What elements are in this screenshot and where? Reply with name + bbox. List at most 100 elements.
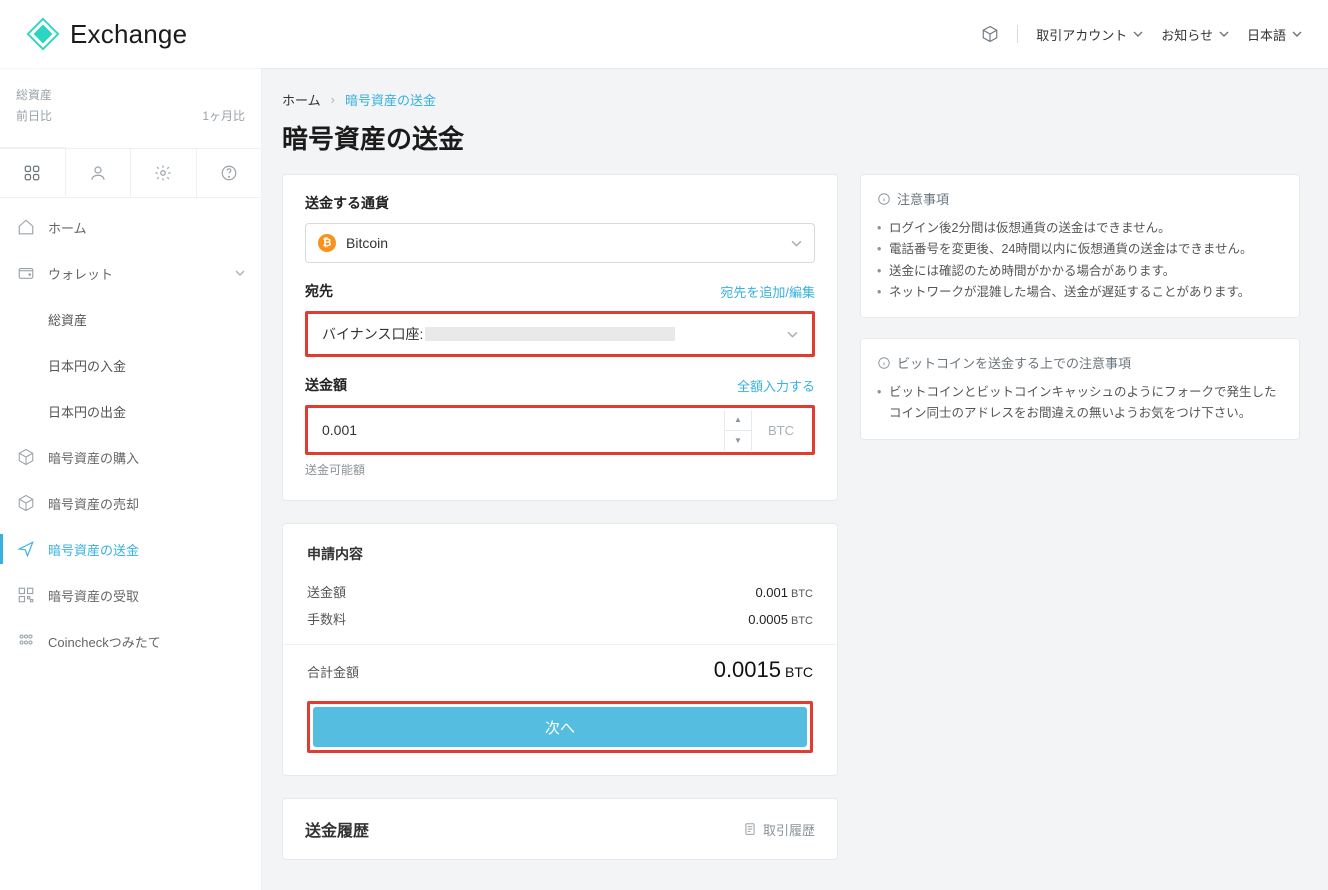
breadcrumb: ホーム › 暗号資産の送金 bbox=[282, 90, 1300, 109]
sidebar-item-jpy-deposit[interactable]: 日本円の入金 bbox=[0, 342, 261, 388]
sidebar-item-send[interactable]: 暗号資産の送金 bbox=[0, 526, 261, 572]
breadcrumb-separator: › bbox=[331, 92, 335, 107]
brand: Exchange bbox=[26, 17, 187, 51]
breadcrumb-current: 暗号資産の送金 bbox=[345, 90, 436, 109]
sidebar-item-tsumitate[interactable]: Coincheckつみたて bbox=[0, 618, 261, 664]
sidebar-item-buy[interactable]: 暗号資産の購入 bbox=[0, 434, 261, 480]
total-assets-label: 総資産 bbox=[16, 86, 245, 103]
tab-help-icon[interactable] bbox=[197, 149, 262, 197]
stepper-down[interactable]: ▼ bbox=[725, 431, 751, 451]
chevron-down-icon bbox=[791, 238, 802, 249]
next-button-highlight: 次へ bbox=[307, 701, 813, 753]
layout: 総資産 前日比 1ヶ月比 ホーム bbox=[0, 68, 1328, 890]
mom-label: 1ヶ月比 bbox=[202, 107, 245, 124]
sidebar-item-label: ホーム bbox=[48, 218, 87, 237]
info-icon bbox=[877, 192, 891, 206]
sidebar-item-label: ウォレット bbox=[48, 264, 113, 283]
chevron-down-icon bbox=[1292, 29, 1302, 39]
header-right: 取引アカウント お知らせ 日本語 bbox=[981, 25, 1302, 44]
sidebar: 総資産 前日比 1ヶ月比 ホーム bbox=[0, 68, 262, 890]
account-menu[interactable]: 取引アカウント bbox=[1036, 25, 1143, 44]
summary-row-unit: BTC bbox=[791, 615, 813, 627]
currency-select[interactable]: ₿ Bitcoin bbox=[305, 223, 815, 263]
sidebar-item-label: 日本円の出金 bbox=[48, 402, 126, 421]
btc-notes-card: ビットコインを送金する上での注意事項 ビットコインとビットコインキャッシュのよう… bbox=[860, 338, 1300, 440]
tab-account-icon[interactable] bbox=[66, 149, 132, 197]
amount-fill-link[interactable]: 全額入力する bbox=[737, 376, 815, 395]
history-title: 送金履歴 bbox=[305, 817, 369, 841]
sidebar-item-label: 暗号資産の購入 bbox=[48, 448, 139, 467]
sidebar-item-receive[interactable]: 暗号資産の受取 bbox=[0, 572, 261, 618]
send-icon bbox=[16, 540, 36, 558]
home-icon bbox=[16, 218, 36, 236]
cube-icon bbox=[16, 448, 36, 466]
page-title: 暗号資産の送金 bbox=[282, 119, 1300, 156]
account-menu-label: 取引アカウント bbox=[1036, 25, 1127, 44]
separator bbox=[1017, 25, 1018, 43]
sidebar-item-label: 暗号資産の受取 bbox=[48, 586, 139, 605]
sidebar-item-wallet[interactable]: ウォレット bbox=[0, 250, 261, 296]
next-button[interactable]: 次へ bbox=[313, 707, 807, 747]
sidebar-item-jpy-withdraw[interactable]: 日本円の出金 bbox=[0, 388, 261, 434]
destination-select[interactable]: バイナンス口座: bbox=[310, 316, 810, 352]
sidebar-item-sell[interactable]: 暗号資産の売却 bbox=[0, 480, 261, 526]
summary-row-value: 0.0005 bbox=[748, 612, 788, 627]
notice-menu[interactable]: お知らせ bbox=[1161, 25, 1229, 44]
sidebar-item-home[interactable]: ホーム bbox=[0, 204, 261, 250]
summary-total-unit: BTC bbox=[785, 664, 813, 680]
destination-highlight: バイナンス口座: bbox=[305, 311, 815, 357]
breadcrumb-home[interactable]: ホーム bbox=[282, 90, 321, 109]
lang-menu[interactable]: 日本語 bbox=[1247, 25, 1302, 44]
document-icon bbox=[743, 822, 757, 836]
btc-notes-body: ビットコインとビットコインキャッシュのようにフォークで発生したコイン同士のアドレ… bbox=[877, 382, 1283, 425]
bitcoin-icon: ₿ bbox=[318, 234, 336, 252]
note-item: ネットワークが混雑した場合、送金が遅延することがあります。 bbox=[877, 282, 1283, 303]
cube-icon bbox=[16, 494, 36, 512]
summary-row-label: 送金額 bbox=[307, 582, 346, 601]
note-item: 電話番号を変更後、24時間以内に仮想通貨の送金はできません。 bbox=[877, 239, 1283, 260]
main-content: ホーム › 暗号資産の送金 暗号資産の送金 送金する通貨 ₿ Bitcoin bbox=[262, 68, 1328, 890]
sidebar-tabbar bbox=[0, 149, 261, 198]
currency-label: 送金する通貨 bbox=[305, 193, 815, 213]
dod-label: 前日比 bbox=[16, 107, 52, 124]
info-icon bbox=[877, 356, 891, 370]
notice-menu-label: お知らせ bbox=[1161, 25, 1213, 44]
chevron-down-icon bbox=[235, 268, 245, 278]
header-cube-icon[interactable] bbox=[981, 25, 999, 43]
app-header: Exchange 取引アカウント お知らせ 日本語 bbox=[0, 0, 1328, 68]
summary-row-label: 手数料 bbox=[307, 609, 346, 628]
amount-field: ▲ ▼ BTC bbox=[310, 410, 810, 450]
general-notes-list: ログイン後2分間は仮想通貨の送金はできません。 電話番号を変更後、24時間以内に… bbox=[877, 218, 1283, 303]
notes-column: 注意事項 ログイン後2分間は仮想通貨の送金はできません。 電話番号を変更後、24… bbox=[860, 174, 1300, 860]
amount-unit: BTC bbox=[752, 423, 810, 438]
chevron-down-icon bbox=[1133, 29, 1143, 39]
tab-settings-icon[interactable] bbox=[131, 149, 197, 197]
destination-masked-address bbox=[425, 327, 675, 341]
amount-stepper: ▲ ▼ bbox=[724, 410, 752, 450]
destination-edit-link[interactable]: 宛先を追加/編集 bbox=[720, 282, 815, 301]
destination-label-row: 宛先 宛先を追加/編集 bbox=[305, 281, 815, 301]
divider bbox=[283, 644, 837, 645]
brand-text: Exchange bbox=[70, 19, 187, 50]
sidebar-item-label: 暗号資産の売却 bbox=[48, 494, 139, 513]
lang-menu-label: 日本語 bbox=[1247, 25, 1286, 44]
amount-label: 送金額 bbox=[305, 375, 347, 395]
summary-total-row: 合計金額 0.0015BTC bbox=[307, 657, 813, 683]
chevron-down-icon bbox=[787, 329, 798, 340]
amount-input[interactable] bbox=[310, 410, 724, 450]
note-item: ログイン後2分間は仮想通貨の送金はできません。 bbox=[877, 218, 1283, 239]
general-notes-card: 注意事項 ログイン後2分間は仮想通貨の送金はできません。 電話番号を変更後、24… bbox=[860, 174, 1300, 318]
stepper-up[interactable]: ▲ bbox=[725, 410, 751, 431]
summary-row-fee: 手数料 0.0005BTC bbox=[307, 605, 813, 632]
tab-dashboard-icon[interactable] bbox=[0, 148, 66, 196]
destination-label: 宛先 bbox=[305, 281, 333, 301]
history-link[interactable]: 取引履歴 bbox=[743, 820, 815, 839]
summary-card: 申請内容 送金額 0.001BTC 手数料 0.0005BTC 合計金額 0.0… bbox=[282, 523, 838, 776]
summary-row-amount: 送金額 0.001BTC bbox=[307, 578, 813, 605]
content-columns: 送金する通貨 ₿ Bitcoin 宛先 宛先を追加/編集 bbox=[282, 174, 1300, 860]
amount-highlight: ▲ ▼ BTC bbox=[305, 405, 815, 455]
wallet-icon bbox=[16, 264, 36, 282]
summary-total-value: 0.0015 bbox=[714, 657, 781, 682]
sidebar-item-total-assets[interactable]: 総資産 bbox=[0, 296, 261, 342]
sidebar-item-label: 日本円の入金 bbox=[48, 356, 126, 375]
